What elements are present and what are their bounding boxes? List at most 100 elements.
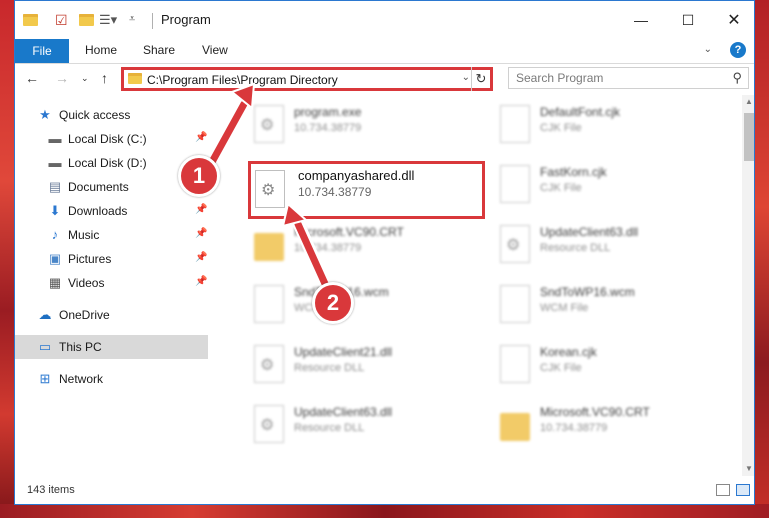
file-item[interactable]: Microsoft.VC90.CRT 10.734.38779 bbox=[492, 399, 732, 455]
highlighted-file-item[interactable]: companyashared.dll 10.734.38779 bbox=[248, 161, 485, 219]
sidebar-item-network[interactable]: ⊞ Network bbox=[15, 367, 208, 391]
tab-home[interactable]: Home bbox=[85, 43, 117, 57]
vertical-scrollbar[interactable]: ▲ ▼ bbox=[742, 95, 754, 476]
sidebar-item-onedrive[interactable]: ☁ OneDrive bbox=[15, 303, 208, 327]
file-detail: 10.734.38779 bbox=[540, 422, 608, 434]
expand-ribbon-chevron-icon[interactable]: ⌄ bbox=[704, 44, 712, 55]
pin-icon[interactable]: 📌 bbox=[195, 132, 207, 143]
scroll-down-arrow-icon[interactable]: ▼ bbox=[742, 462, 754, 476]
file-item[interactable]: Microsoft.VC90.CRT 10.734.38779 bbox=[246, 219, 486, 275]
properties-icon[interactable]: ☑ bbox=[55, 12, 71, 28]
file-item[interactable]: program.exe 10.734.38779 bbox=[246, 99, 486, 155]
minimize-button[interactable]: — bbox=[618, 1, 664, 39]
file-icon bbox=[500, 345, 530, 383]
file-item[interactable]: Korean.cjk CJK File bbox=[492, 339, 732, 395]
sidebar-item-music[interactable]: ♪ Music 📌 bbox=[15, 223, 208, 247]
title-bar: ☑ ☰▾ ⩡ Program — ☐ ✕ bbox=[15, 1, 754, 39]
sidebar-item-local-disk-c[interactable]: ▬ Local Disk (C:) 📌 bbox=[15, 127, 208, 151]
file-name: DefaultFont.cjk bbox=[540, 105, 621, 119]
sidebar-item-this-pc[interactable]: ▭ This PC bbox=[15, 335, 208, 359]
sidebar-item-label: Local Disk (C:) bbox=[68, 132, 147, 146]
dll-file-icon bbox=[254, 345, 284, 383]
file-name: UpdateClient21.dll bbox=[294, 345, 393, 359]
file-item[interactable]: UpdateClient21.dll Resource DLL bbox=[246, 339, 486, 395]
quick-access-dropdown-icon[interactable]: ⩡ bbox=[129, 13, 145, 29]
scroll-up-arrow-icon[interactable]: ▲ bbox=[742, 95, 754, 109]
folder-icon bbox=[254, 225, 284, 263]
search-input[interactable]: Search Program bbox=[516, 71, 603, 85]
drive-icon: ▬ bbox=[48, 131, 62, 146]
large-icons-view-icon[interactable] bbox=[736, 484, 750, 496]
file-item[interactable]: FastKorn.cjk CJK File bbox=[492, 159, 732, 215]
maximize-button[interactable]: ☐ bbox=[665, 1, 711, 39]
navigation-pane: ★ Quick access ▬ Local Disk (C:) 📌 ▬ Loc… bbox=[15, 95, 208, 476]
documents-icon: ▤ bbox=[48, 179, 62, 194]
desktop-background-right bbox=[755, 0, 769, 518]
pin-icon[interactable]: 📌 bbox=[195, 276, 207, 287]
drive-icon: ▬ bbox=[48, 155, 62, 170]
file-list: program.exe 10.734.38779 Microsoft.VC90.… bbox=[208, 95, 742, 476]
back-arrow-icon[interactable]: ← bbox=[25, 70, 39, 86]
sidebar-item-quick-access[interactable]: ★ Quick access bbox=[15, 103, 208, 127]
address-path: C:\Program Files\Program Directory bbox=[147, 73, 338, 87]
tab-view[interactable]: View bbox=[202, 43, 228, 57]
tab-file[interactable]: File bbox=[15, 39, 69, 63]
file-detail: Resource DLL bbox=[540, 242, 611, 254]
desktop-background-bottom bbox=[0, 504, 769, 518]
maximize-icon: ☐ bbox=[681, 11, 695, 28]
tab-share[interactable]: Share bbox=[143, 43, 175, 57]
help-icon[interactable]: ? bbox=[730, 42, 746, 58]
details-view-icon[interactable] bbox=[716, 484, 730, 496]
file-detail: 10.734.38779 bbox=[298, 185, 372, 199]
onedrive-icon: ☁ bbox=[38, 307, 52, 322]
customize-quick-access-icon[interactable]: ☰▾ bbox=[99, 12, 117, 28]
status-bar: 143 items bbox=[15, 476, 754, 504]
file-detail: CJK File bbox=[540, 182, 582, 194]
file-detail: WCM File bbox=[540, 302, 589, 314]
sidebar-item-label: Music bbox=[68, 228, 100, 242]
sidebar-item-videos[interactable]: ▦ Videos 📌 bbox=[15, 271, 208, 295]
navigation-bar: ← → ⌄ ↑ C:\Program Files\Program Directo… bbox=[15, 63, 754, 95]
sidebar-item-label: This PC bbox=[59, 340, 102, 354]
file-name: UpdateClient63.dll bbox=[540, 225, 639, 239]
file-detail: Resource DLL bbox=[294, 422, 365, 434]
minimize-icon: — bbox=[634, 12, 648, 28]
file-detail: 10.734.38779 bbox=[294, 122, 362, 134]
title-separator bbox=[152, 13, 153, 29]
file-item[interactable]: SndToWP16.wcm WCM File bbox=[246, 279, 486, 335]
file-name: UpdateClient63.dll bbox=[294, 405, 393, 419]
sidebar-item-label: Quick access bbox=[59, 108, 131, 122]
new-folder-icon[interactable] bbox=[79, 12, 95, 28]
search-box[interactable]: Search Program ⚲ bbox=[508, 67, 749, 89]
pin-icon[interactable]: 📌 bbox=[195, 228, 207, 239]
scrollbar-thumb[interactable] bbox=[744, 113, 754, 161]
file-name: FastKorn.cjk bbox=[540, 165, 607, 179]
sidebar-item-label: Downloads bbox=[68, 204, 128, 218]
up-arrow-icon[interactable]: ↑ bbox=[101, 70, 108, 86]
refresh-icon[interactable]: ↻ bbox=[471, 67, 490, 91]
address-history-chevron-icon[interactable]: ⌄ bbox=[462, 72, 470, 83]
star-icon: ★ bbox=[39, 107, 51, 122]
search-icon: ⚲ bbox=[732, 70, 742, 85]
pin-icon[interactable]: 📌 bbox=[195, 204, 207, 215]
dll-file-icon bbox=[254, 405, 284, 443]
address-bar[interactable]: C:\Program Files\Program Directory ⌄ ↻ bbox=[121, 67, 493, 91]
ribbon-tabs: File Home Share View ⌄ ? bbox=[15, 39, 754, 64]
pin-icon[interactable]: 📌 bbox=[195, 252, 207, 263]
close-button[interactable]: ✕ bbox=[711, 1, 754, 39]
folder-icon bbox=[500, 405, 530, 443]
forward-arrow-icon[interactable]: → bbox=[55, 70, 69, 86]
dll-file-icon bbox=[255, 170, 285, 208]
file-item[interactable]: UpdateClient63.dll Resource DLL bbox=[246, 399, 486, 455]
recent-locations-chevron-icon[interactable]: ⌄ bbox=[81, 73, 89, 84]
file-detail: CJK File bbox=[540, 122, 582, 134]
address-folder-icon bbox=[128, 73, 142, 84]
file-name: companyashared.dll bbox=[298, 168, 415, 183]
downloads-icon: ⬇ bbox=[49, 203, 61, 218]
file-item[interactable]: UpdateClient63.dll Resource DLL bbox=[492, 219, 732, 275]
sidebar-item-pictures[interactable]: ▣ Pictures 📌 bbox=[15, 247, 208, 271]
callout-badge-1: 1 bbox=[178, 155, 220, 197]
file-item[interactable]: DefaultFont.cjk CJK File bbox=[492, 99, 732, 155]
sidebar-item-downloads[interactable]: ⬇ Downloads 📌 bbox=[15, 199, 208, 223]
file-item[interactable]: SndToWP16.wcm WCM File bbox=[492, 279, 732, 335]
